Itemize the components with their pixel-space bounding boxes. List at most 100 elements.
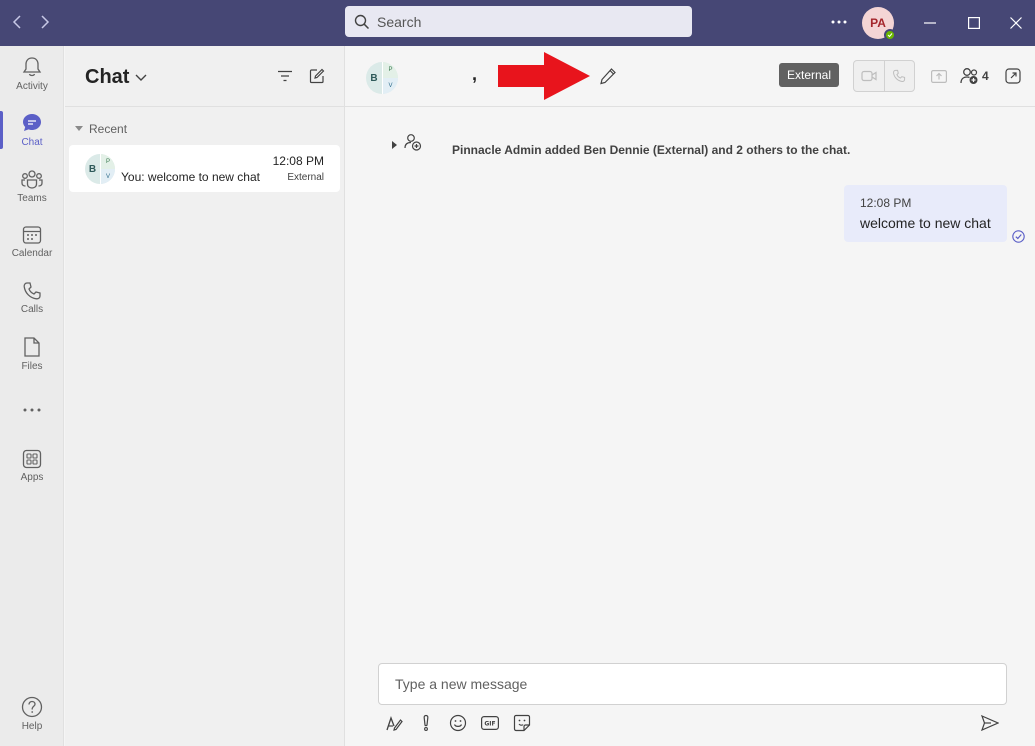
pop-out-button[interactable] [1003, 66, 1023, 86]
expand-caret-button[interactable] [392, 136, 398, 154]
avatar-initial: V [383, 78, 398, 94]
send-icon [981, 715, 999, 731]
pencil-icon [600, 68, 616, 85]
rail-label: Apps [20, 472, 44, 483]
recent-section-toggle[interactable]: Recent [75, 122, 127, 136]
filter-button[interactable] [275, 66, 295, 86]
format-pen-icon [386, 716, 403, 731]
priority-button[interactable] [416, 713, 436, 733]
share-screen-button[interactable] [929, 66, 949, 86]
red-arrow-annotation [498, 52, 590, 100]
new-chat-button[interactable] [307, 66, 327, 86]
message-time: 12:08 PM [860, 196, 912, 210]
audio-call-button[interactable] [883, 61, 914, 91]
search-icon [354, 14, 370, 29]
close-icon [1010, 17, 1022, 29]
presence-available-icon [884, 29, 896, 41]
rail-item-teams[interactable]: Teams [0, 161, 64, 211]
avatar-initial: B [88, 163, 97, 175]
profile-avatar[interactable]: PA [862, 7, 896, 41]
rail-item-activity[interactable]: Activity [0, 49, 64, 99]
settings-and-more-button[interactable] [829, 12, 849, 32]
participants-count: 4 [982, 69, 989, 83]
apps-icon [22, 449, 42, 469]
chat-list-header: Chat [65, 46, 345, 107]
chevron-down-icon [135, 74, 147, 81]
message-input[interactable] [395, 676, 985, 692]
chat-icon [23, 114, 41, 131]
phone-icon [893, 69, 906, 82]
share-screen-icon [931, 69, 947, 83]
avatar-initial: V [101, 169, 115, 184]
app-rail: Activity Chat Teams Calendar Calls Files… [0, 46, 64, 746]
bell-icon [22, 57, 42, 77]
maximize-button[interactable] [964, 13, 984, 33]
file-icon [24, 337, 40, 357]
rail-item-calls[interactable]: Calls [0, 273, 64, 323]
group-avatar[interactable]: B P V [366, 62, 398, 94]
pop-out-icon [1005, 68, 1021, 84]
group-avatar: B P V [85, 154, 115, 184]
teams-icon [21, 170, 43, 189]
minimize-button[interactable] [920, 13, 940, 33]
gif-icon: GIF [481, 716, 499, 730]
seen-check-icon [1012, 230, 1025, 248]
rail-label: Calls [20, 304, 44, 315]
format-button[interactable] [384, 713, 404, 733]
gif-button[interactable]: GIF [480, 713, 500, 733]
avatar-initial: P [101, 154, 115, 169]
close-button[interactable] [1006, 13, 1026, 33]
message-composer[interactable] [378, 663, 1007, 705]
compose-icon [309, 68, 325, 84]
forward-button[interactable] [36, 11, 54, 33]
more-apps-button[interactable] [0, 385, 64, 435]
send-button[interactable] [980, 713, 1000, 733]
external-tag: External [287, 172, 324, 183]
history-nav [8, 11, 54, 33]
message-bubble[interactable]: 12:08 PM welcome to new chat [844, 185, 1007, 242]
exclamation-icon [423, 714, 429, 731]
search-box[interactable] [345, 6, 692, 37]
chat-preview: You: welcome to new chat [121, 170, 260, 184]
video-call-button[interactable] [854, 61, 884, 91]
rail-label: Chat [21, 137, 43, 148]
rail-item-chat[interactable]: Chat [0, 105, 64, 155]
avatar-initial: B [370, 72, 378, 84]
call-buttons [853, 60, 915, 92]
rail-item-calendar[interactable]: Calendar [0, 217, 64, 267]
rail-item-files[interactable]: Files [0, 329, 64, 379]
chat-name[interactable]: , [472, 64, 477, 85]
rail-item-help[interactable]: Help [0, 689, 64, 739]
rail-label: Calendar [11, 248, 53, 259]
rail-item-apps[interactable]: Apps [0, 441, 64, 491]
maximize-icon [968, 17, 980, 29]
chat-title: Chat [85, 66, 130, 88]
chat-title-dropdown[interactable]: Chat [85, 66, 147, 89]
search-input[interactable] [377, 13, 677, 30]
chevron-left-icon [12, 15, 21, 29]
system-message-text: Pinnacle Admin added Ben Dennie (Externa… [452, 143, 851, 157]
chevron-right-icon [41, 15, 50, 29]
avatar-initial: P [383, 62, 398, 78]
svg-text:GIF: GIF [484, 721, 495, 728]
back-button[interactable] [8, 11, 26, 33]
chat-header: B P V , External 4 [345, 46, 1035, 107]
external-badge: External [779, 63, 840, 87]
sticker-button[interactable] [512, 713, 532, 733]
message-text: welcome to new chat [860, 215, 991, 231]
minimize-icon [924, 22, 936, 24]
emoji-icon [449, 714, 467, 732]
participants-button[interactable]: 4 [960, 66, 989, 86]
caret-down-icon [75, 126, 83, 131]
chat-list-item[interactable]: B P V You: welcome to new chat 12:08 PM … [69, 145, 340, 192]
people-add-icon [960, 68, 978, 84]
rail-label: Files [21, 361, 43, 372]
chat-time: 12:08 PM [272, 154, 324, 168]
person-add-icon [402, 131, 424, 158]
edit-chat-name-button[interactable] [598, 66, 618, 86]
rail-label: Activity [16, 81, 48, 92]
video-camera-icon [861, 70, 877, 82]
help-icon [21, 696, 43, 718]
profile-initials: PA [870, 16, 886, 30]
emoji-button[interactable] [448, 713, 468, 733]
